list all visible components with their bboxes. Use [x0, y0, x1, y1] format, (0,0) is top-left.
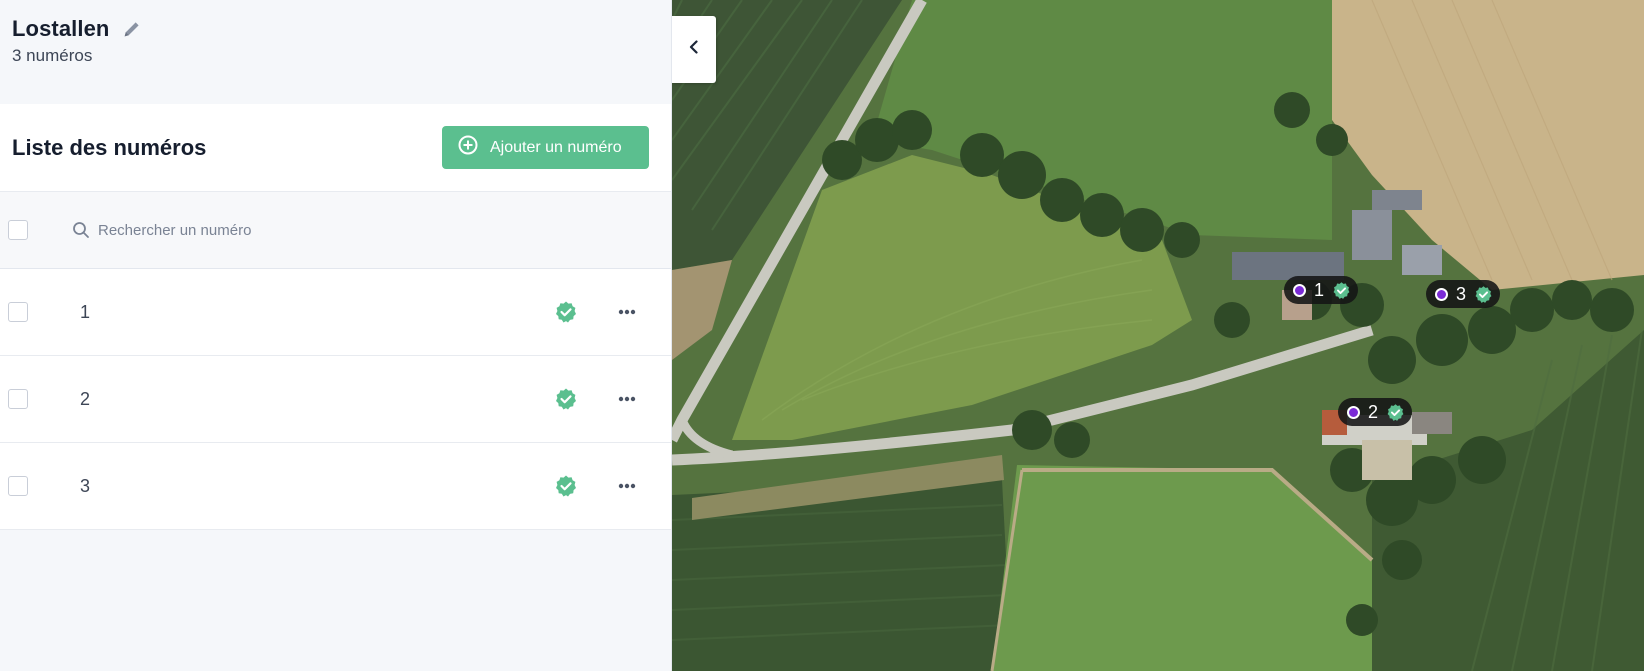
- select-all-checkbox[interactable]: [8, 220, 28, 240]
- add-number-button[interactable]: Ajouter un numéro: [442, 126, 649, 169]
- table-row[interactable]: 2: [0, 356, 671, 443]
- search-input[interactable]: [98, 221, 498, 239]
- table-row[interactable]: 1: [0, 269, 671, 356]
- more-horizontal-icon[interactable]: [614, 299, 640, 325]
- list-header: Liste des numéros Ajouter un numéro: [0, 104, 671, 192]
- more-horizontal-icon[interactable]: [614, 473, 640, 499]
- sidebar-panel: Lostallen 3 numéros Liste des numéros Aj…: [0, 0, 672, 671]
- marker-dot: [1347, 405, 1360, 419]
- marker-dot: [1435, 287, 1448, 301]
- row-checkbox[interactable]: [8, 389, 28, 409]
- marker-label: 3: [1456, 283, 1467, 304]
- add-number-label: Ajouter un numéro: [490, 138, 622, 156]
- check-badge-icon: [554, 300, 578, 324]
- table-row[interactable]: 3: [0, 443, 671, 530]
- map-marker[interactable]: 3: [1426, 280, 1501, 308]
- search-row: [0, 192, 671, 269]
- marker-dot: [1293, 283, 1306, 297]
- search-icon: [72, 221, 90, 239]
- voie-header: Lostallen 3 numéros: [0, 0, 671, 104]
- plus-circle-icon: [458, 135, 478, 160]
- map-marker[interactable]: 1: [1284, 276, 1359, 304]
- page-title: Lostallen: [12, 16, 110, 41]
- pencil-icon[interactable]: [121, 18, 143, 40]
- row-checkbox[interactable]: [8, 476, 28, 496]
- more-horizontal-icon[interactable]: [614, 386, 640, 412]
- row-number: 3: [80, 475, 91, 496]
- check-badge-icon: [554, 387, 578, 411]
- map-view[interactable]: 1 2 3: [672, 0, 1644, 671]
- voie-title-row: Lostallen: [12, 16, 659, 42]
- check-badge-icon: [1386, 403, 1405, 422]
- map-marker[interactable]: 2: [1338, 398, 1413, 426]
- row-number: 2: [80, 388, 91, 409]
- numbers-count: 3 numéros: [12, 46, 93, 65]
- collapse-panel-button[interactable]: [672, 16, 716, 83]
- aerial-imagery: [672, 0, 1644, 671]
- list-title: Liste des numéros: [12, 134, 207, 160]
- row-number: 1: [80, 301, 91, 322]
- check-badge-icon: [554, 474, 578, 498]
- check-badge-icon: [1474, 285, 1493, 304]
- check-badge-icon: [1332, 281, 1351, 300]
- row-checkbox[interactable]: [8, 302, 28, 322]
- chevron-left-icon: [688, 40, 700, 59]
- marker-label: 2: [1368, 401, 1379, 422]
- marker-label: 1: [1314, 279, 1325, 300]
